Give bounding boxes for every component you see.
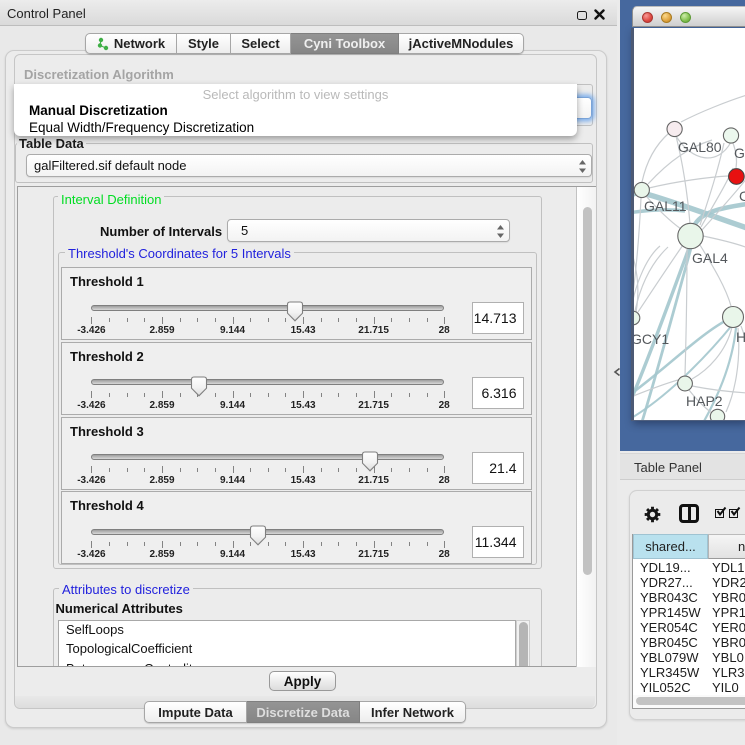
svg-text:G.: G. [734,145,745,161]
svg-text:GAL11: GAL11 [644,198,687,214]
svg-text:C: C [739,188,745,204]
svg-text:H: H [736,329,745,345]
svg-text:GAL4: GAL4 [692,250,728,266]
svg-text:GCY1: GCY1 [634,331,669,347]
svg-text:GAL80: GAL80 [678,139,722,155]
svg-text:HAP2: HAP2 [686,393,723,409]
